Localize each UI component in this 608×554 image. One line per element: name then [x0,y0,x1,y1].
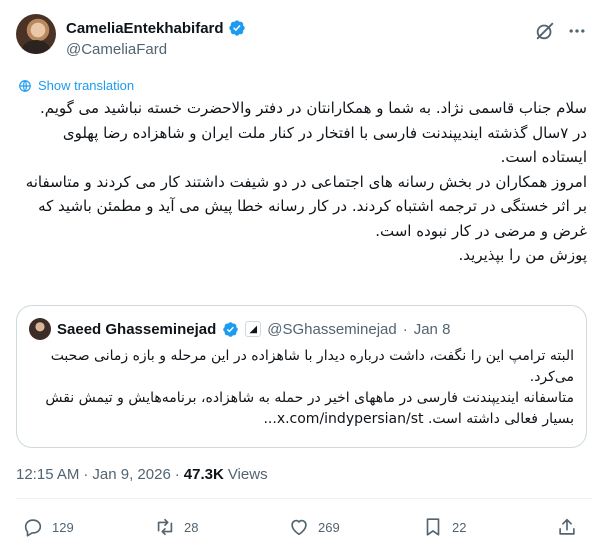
verified-icon [223,321,239,337]
tweet-time[interactable]: 12:15 AM [16,466,79,483]
grok-icon[interactable] [534,20,556,42]
author-handle[interactable]: @CameliaFard [66,41,167,58]
tweet-paragraph: سلام جناب قاسمی نژاد. به شما و همکارانتا… [39,99,587,117]
repost-count: 28 [184,519,199,535]
action-bar: 129 28 269 22 [16,510,592,544]
views-count: 47.3K [183,466,224,483]
author-name-row: CameliaEntekhabifard [66,19,246,37]
quoted-tweet-text: البته ترامپ این را نگفت، داشت درباره دید… [29,346,574,430]
avatar[interactable] [16,14,56,54]
repost-icon [157,518,173,536]
like-count: 269 [318,519,340,535]
like-icon [291,519,307,536]
globe-icon [19,79,31,92]
share-button[interactable] [556,510,578,544]
quoted-avatar [29,318,51,340]
reply-icon [24,519,42,537]
separator-dot: · [402,320,408,338]
quoted-paragraph: البته ترامپ این را نگفت، داشت درباره دید… [50,348,574,385]
tweet-paragraph: در ۷سال گذشته ایندیپندنت فارسی با افتخار… [62,123,587,167]
bookmark-icon [426,518,440,536]
separator-dot: · [83,466,89,483]
repost-button[interactable]: 28 [154,510,198,544]
reply-count: 129 [52,519,74,535]
divider [16,498,592,499]
bookmark-count: 22 [452,519,467,535]
tweet-paragraph: امروز همکاران در بخش رسانه های اجتماعی د… [25,172,587,240]
show-translation-label: Show translation [38,78,135,93]
quoted-tweet-header: Saeed Ghasseminejad ◢ @SGhasseminejad · … [29,318,574,340]
affiliation-badge-icon: ◢ [245,321,262,337]
views-label: Views [227,466,268,483]
verified-icon [228,20,245,36]
tweet-header: CameliaEntekhabifard @CameliaFard [16,14,592,62]
quoted-paragraph: متاسفانه ایندیپندنت فارسی در ماههای اخیر… [45,390,574,427]
share-icon [559,518,575,535]
reply-button[interactable]: 129 [22,510,74,544]
author-display-name[interactable]: CameliaEntekhabifard [66,20,224,37]
tweet-paragraph: پوزش من را بپذیرید. [458,246,588,264]
more-icon[interactable] [566,20,588,42]
quoted-date: Jan 8 [413,320,451,338]
quoted-display-name: Saeed Ghasseminejad [57,320,217,338]
tweet-text: سلام جناب قاسمی نژاد. به شما و همکارانتا… [16,96,587,268]
like-button[interactable]: 269 [288,510,340,544]
tweet-date[interactable]: Jan 9, 2026 [92,466,170,483]
bookmark-button[interactable]: 22 [422,510,466,544]
quoted-tweet[interactable]: Saeed Ghasseminejad ◢ @SGhasseminejad · … [16,305,587,448]
show-translation-link[interactable]: Show translation [18,78,134,93]
separator-dot: · [174,466,180,483]
quoted-handle: @SGhasseminejad [267,320,397,338]
tweet-meta: 12:15 AM · Jan 9, 2026 · 47.3K Views [16,466,268,483]
